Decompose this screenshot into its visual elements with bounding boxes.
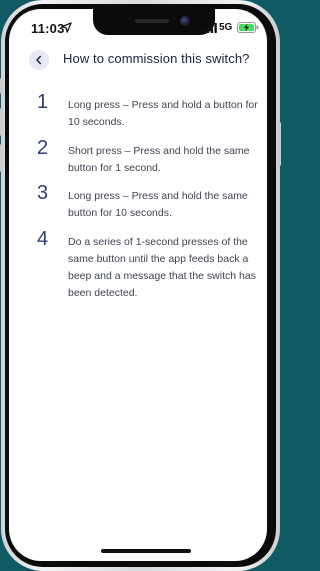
signal-bars-icon xyxy=(203,23,217,33)
volume-down-button xyxy=(0,144,3,172)
network-type-label: 5G xyxy=(219,22,233,33)
step-number: 3 xyxy=(37,182,49,204)
mute-switch xyxy=(0,78,3,94)
location-arrow-icon xyxy=(61,22,72,33)
step-text: Short press – Press and hold the same bu… xyxy=(68,145,250,174)
chevron-left-icon xyxy=(36,55,42,65)
step-text: Long press – Press and hold a button for… xyxy=(68,99,258,128)
page-title: How to commission this switch? xyxy=(63,51,250,66)
notch xyxy=(93,9,215,35)
status-time-text: 11:03 xyxy=(31,21,65,36)
home-indicator[interactable] xyxy=(101,549,191,553)
status-time: 11:03 xyxy=(31,21,65,36)
step-text: Do a series of 1-second presses of the s… xyxy=(68,236,256,299)
step-number: 4 xyxy=(37,228,49,250)
step-text: Long press – Press and hold the same but… xyxy=(68,190,248,219)
volume-up-button xyxy=(0,108,3,136)
step-number: 2 xyxy=(37,137,49,159)
step-number: 1 xyxy=(37,91,49,113)
back-button[interactable] xyxy=(29,50,49,70)
header-bar: How to commission this switch? xyxy=(9,43,267,77)
app-screen: 11:03 5G How to commission this switch? … xyxy=(9,9,267,561)
speaker-grille xyxy=(135,19,169,23)
battery-charging-icon xyxy=(237,22,259,33)
power-button xyxy=(278,122,281,166)
front-camera xyxy=(180,16,190,26)
